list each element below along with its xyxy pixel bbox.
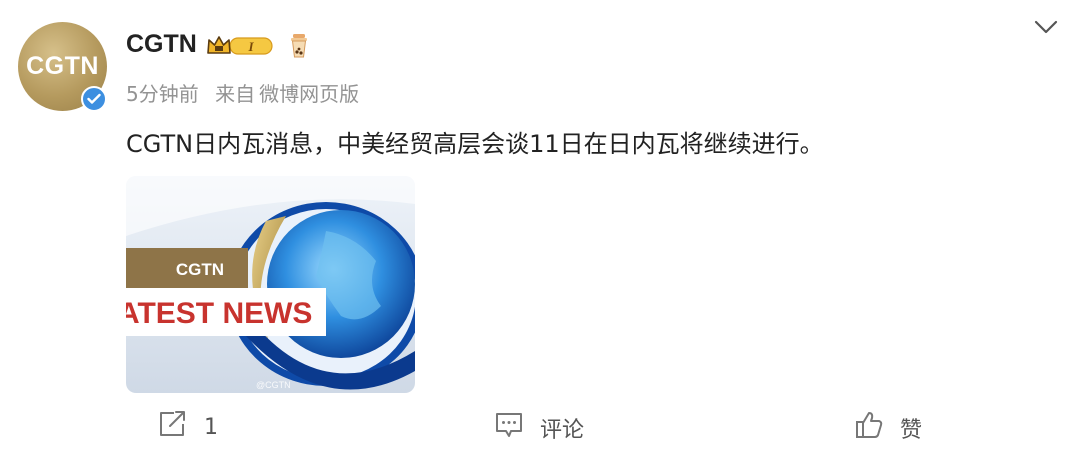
image-headline: ATEST NEWS [126,297,312,330]
comment-icon [494,410,524,446]
share-count: 1 [204,414,218,440]
post-time: 5分钟前 [126,82,199,106]
like-label: 赞 [900,418,923,443]
post-content: CGTN日内瓦消息，中美经贸高层会谈11日在日内瓦将继续进行。 [126,130,824,158]
vip-badge[interactable]: I [206,34,274,62]
post-source[interactable]: 微博网页版 [259,82,359,106]
share-button[interactable]: 1 [158,410,218,444]
image-watermark: @CGTN [256,380,291,390]
post-meta: 5分钟前 来自 微博网页版 [126,78,369,107]
verified-icon [81,86,107,112]
like-icon [854,410,884,446]
comment-label: 评论 [540,418,585,443]
like-button[interactable]: 赞 [854,410,922,446]
comment-button[interactable]: 评论 [494,410,584,446]
username[interactable]: CGTN [126,30,197,59]
chevron-down-icon[interactable] [1034,18,1058,40]
avatar-logo-text: CGTN [26,52,99,80]
image-banner-label: CGTN [176,260,224,279]
vip-level-text: I [247,39,254,54]
bubble-tea-icon[interactable] [287,33,311,63]
source-prefix: 来自 [215,82,256,106]
post-image[interactable]: CGTN ATEST NEWS @CGTN [126,176,415,393]
crown-icon [207,36,231,54]
share-icon [158,410,188,444]
